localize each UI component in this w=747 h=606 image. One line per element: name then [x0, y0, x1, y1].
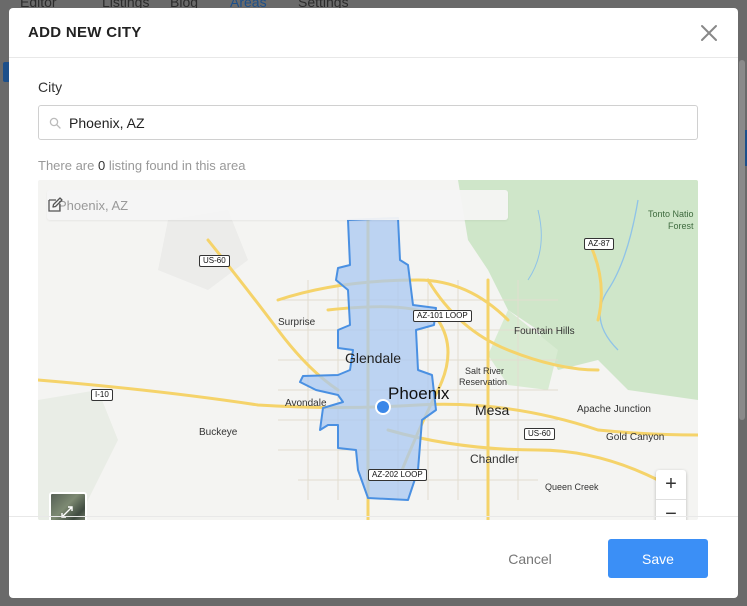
- map-label-forest: Forest: [668, 221, 694, 231]
- map-label-avondale: Avondale: [285, 398, 327, 409]
- city-label: City: [38, 79, 63, 95]
- add-city-modal: ADD NEW CITY City There are 0 listing fo…: [9, 8, 738, 598]
- search-icon: [49, 117, 61, 129]
- shield-us60-west: US-60: [199, 255, 230, 267]
- map-label-gold-canyon: Gold Canyon: [606, 432, 665, 443]
- map-label-chandler: Chandler: [470, 452, 519, 466]
- map-label-fountain-hills: Fountain Hills: [514, 326, 575, 337]
- map-label-surprise: Surprise: [278, 317, 316, 328]
- shield-i10: I-10: [91, 389, 113, 401]
- listing-count: 0: [98, 158, 106, 173]
- modal-footer: Cancel Save: [9, 516, 738, 598]
- city-search-field[interactable]: [38, 105, 698, 140]
- city-input[interactable]: [69, 106, 669, 139]
- close-icon[interactable]: [700, 24, 718, 42]
- map-label-phoenix: Phoenix: [388, 384, 450, 403]
- shield-us60-east: US-60: [524, 428, 555, 440]
- cancel-button[interactable]: Cancel: [490, 539, 570, 578]
- area-map[interactable]: Surprise Glendale Phoenix Mesa Chandler …: [38, 180, 698, 520]
- map-label-salt-river: Salt River: [465, 366, 505, 376]
- shield-az101: AZ-101 LOOP: [413, 310, 472, 322]
- listing-prefix: There are: [38, 158, 95, 173]
- map-search-text: Phoenix, AZ: [58, 198, 129, 213]
- modal-body: City There are 0 listing found in this a…: [9, 59, 738, 520]
- listing-suffix: listing found in this area: [108, 158, 246, 173]
- edit-icon[interactable]: [47, 197, 63, 213]
- zoom-control: + −: [656, 470, 686, 520]
- map-label-tonto: Tonto Natio: [648, 209, 694, 219]
- scrollbar[interactable]: [739, 60, 745, 420]
- save-button[interactable]: Save: [608, 539, 708, 578]
- map-label-queen-creek: Queen Creek: [545, 482, 599, 492]
- modal-header: ADD NEW CITY: [9, 8, 738, 58]
- shield-az87: AZ-87: [584, 238, 614, 250]
- map-label-reservation: Reservation: [459, 377, 508, 387]
- map-label-mesa: Mesa: [475, 402, 510, 418]
- modal-title: ADD NEW CITY: [28, 24, 142, 41]
- map-search-bar[interactable]: Phoenix, AZ: [47, 190, 508, 220]
- shield-az202: AZ-202 LOOP: [368, 469, 427, 481]
- zoom-in-button[interactable]: +: [656, 470, 686, 500]
- map-label-buckeye: Buckeye: [199, 427, 238, 438]
- listing-count-text: There are 0 listing found in this area: [38, 158, 245, 173]
- map-label-apache-junction: Apache Junction: [577, 404, 651, 415]
- map-label-glendale: Glendale: [345, 350, 402, 366]
